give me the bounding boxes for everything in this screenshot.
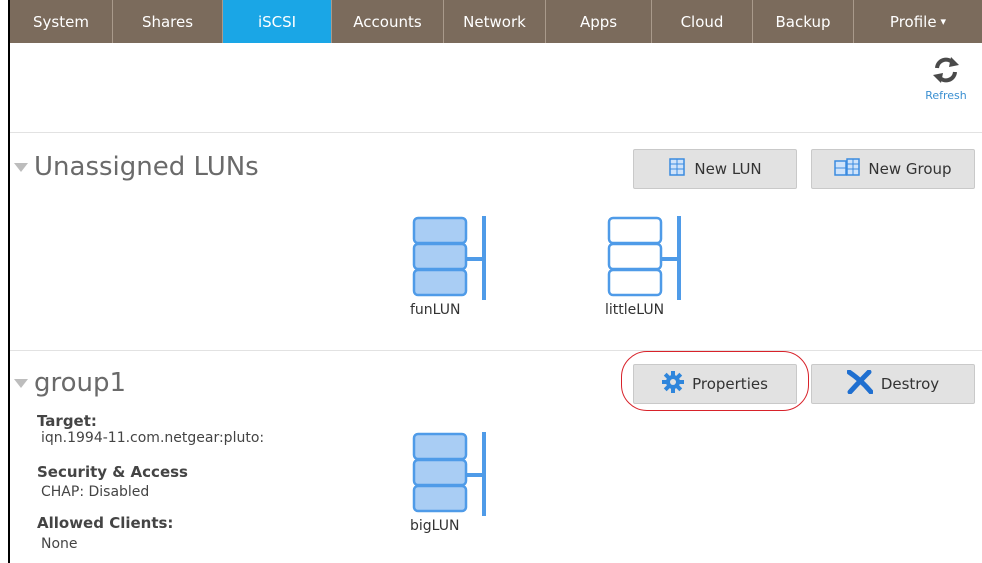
destroy-label: Destroy [880,375,940,393]
tab-backup[interactable]: Backup [753,0,854,43]
lun-biglun[interactable]: bigLUN [410,432,492,534]
new-group-button[interactable]: New Group [811,149,975,189]
chevron-down-icon: ▾ [940,15,947,28]
left-border [8,0,10,563]
security-label: Security & Access [37,463,188,481]
properties-label: Properties [692,375,768,393]
new-lun-label: New LUN [694,160,762,178]
lun-grid-icon [668,158,686,180]
tab-accounts[interactable]: Accounts [332,0,444,43]
tab-iscsi[interactable]: iSCSI [223,0,332,43]
lun-name: funLUN [410,302,461,318]
tab-label: Apps [579,12,618,31]
lun-funlun[interactable]: funLUN [410,216,492,318]
storage-stack-icon [412,432,486,516]
lun-name: bigLUN [410,518,460,534]
tab-system[interactable]: System [10,0,113,43]
tab-label: iSCSI [257,12,297,31]
section-header-unassigned[interactable]: Unassigned LUNs [14,152,259,182]
refresh-label: Refresh [925,89,967,102]
section-header-group1[interactable]: group1 [14,368,126,398]
properties-button[interactable]: Properties [633,364,797,404]
destroy-button[interactable]: Destroy [811,364,975,404]
refresh-button[interactable]: Refresh [916,55,976,102]
tab-shares[interactable]: Shares [113,0,223,43]
tab-cloud[interactable]: Cloud [652,0,753,43]
lun-name: littleLUN [605,302,665,318]
lun-littlelun[interactable]: littleLUN [605,216,687,318]
divider [10,350,982,351]
tab-network[interactable]: Network [444,0,546,43]
collapse-triangle-icon [14,162,28,172]
tab-profile[interactable]: Profile ▾ [854,0,982,43]
divider [10,132,982,133]
tab-label: Shares [141,12,194,31]
target-value: iqn.1994-11.com.netgear:pluto: [41,430,265,446]
tab-label: Profile [889,12,937,31]
storage-stack-icon [412,216,486,300]
tab-label: Backup [775,12,831,31]
target-label: Target: [37,412,97,430]
tab-label: Network [463,12,526,31]
section-title: Unassigned LUNs [34,152,259,182]
collapse-triangle-icon [14,378,28,388]
tab-apps[interactable]: Apps [546,0,652,43]
security-value: CHAP: Disabled [41,484,150,500]
tab-label: Accounts [353,12,422,31]
section-title: group1 [34,368,127,398]
main-nav: System Shares iSCSI Accounts Network App… [10,0,982,43]
clients-value: None [41,536,78,552]
gear-icon [662,371,685,397]
clients-label: Allowed Clients: [37,514,174,532]
storage-stack-icon [607,216,681,300]
tab-label: Cloud [680,12,724,31]
new-group-label: New Group [868,160,952,178]
tab-label: System [33,12,89,31]
close-icon [846,369,874,398]
refresh-icon [933,57,959,83]
lun-group-icon [834,158,861,180]
new-lun-button[interactable]: New LUN [633,149,797,189]
